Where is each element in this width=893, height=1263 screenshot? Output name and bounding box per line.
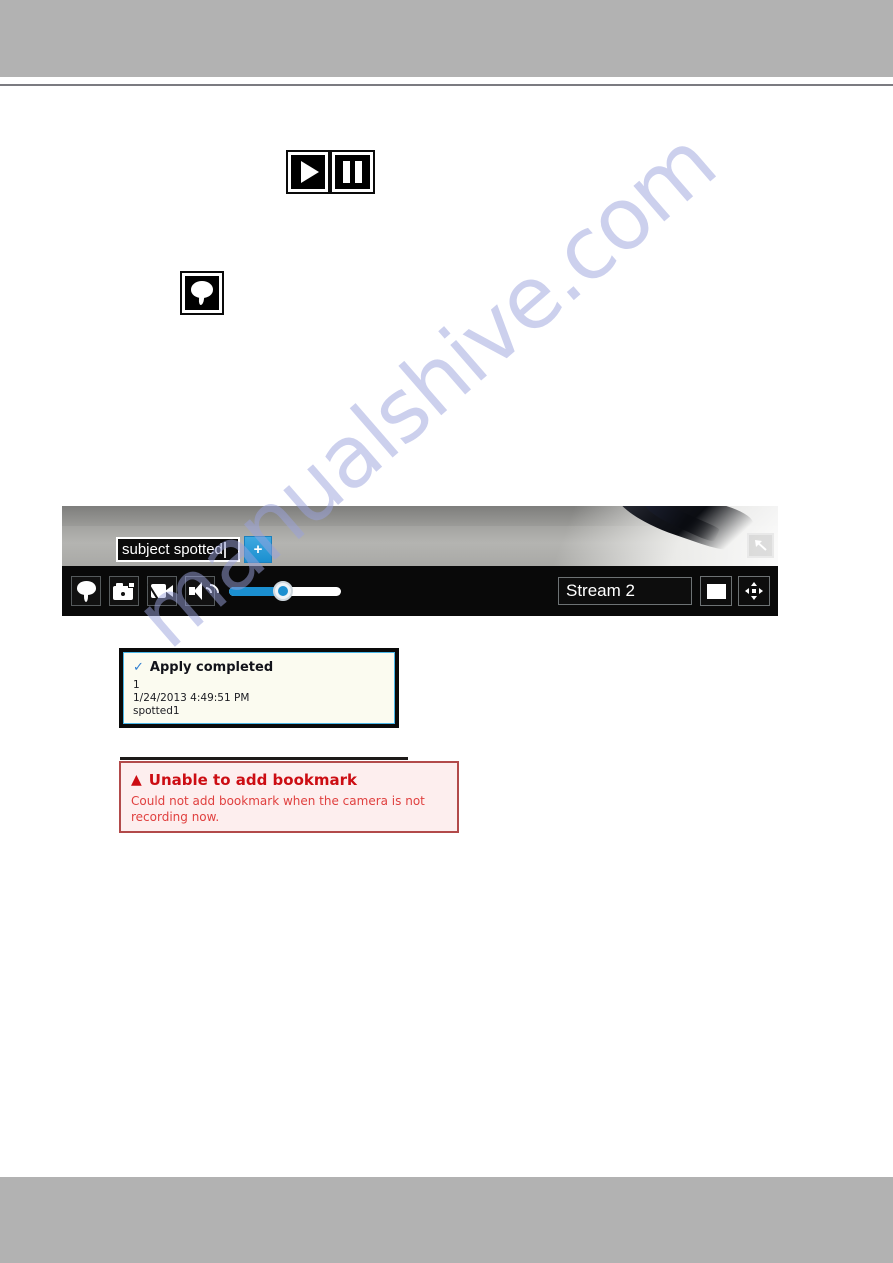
error-title: Unable to add bookmark	[148, 771, 358, 789]
video-camera-icon	[147, 583, 173, 600]
volume-slider[interactable]	[229, 580, 341, 602]
fullscreen-button[interactable]	[738, 576, 770, 606]
expand-arrows-icon	[745, 582, 763, 600]
error-title-row: ▲ Unable to add bookmark	[121, 763, 457, 789]
bookmark-name-input[interactable]: subject spotted	[116, 537, 240, 562]
notification-body: 1 1/24/2013 4:49:51 PM spotted1	[123, 675, 395, 718]
fit-to-window-button[interactable]	[700, 576, 732, 606]
toolbar-manual-record-button[interactable]	[147, 576, 177, 606]
page-footer-band	[0, 1177, 893, 1263]
notification-title: Apply completed	[149, 660, 274, 675]
pause-icon	[343, 161, 362, 183]
toolbar-volume-button[interactable]	[185, 576, 223, 606]
camera-snapshot-icon	[113, 582, 135, 600]
fit-window-icon	[706, 583, 726, 599]
arrow-up-left-icon	[755, 540, 767, 551]
warning-triangle-icon: ▲	[131, 772, 142, 788]
bookmark-entry-overlay: subject spotted +	[116, 536, 272, 563]
bookmark-balloon-icon	[76, 580, 96, 602]
stream-select[interactable]: Stream 2	[558, 577, 692, 605]
decorative-rule	[120, 757, 408, 760]
control-bar-right-group: Stream 2	[558, 576, 778, 606]
bookmark-error-notification: ▲ Unable to add bookmark Could not add b…	[119, 761, 459, 833]
pause-button[interactable]	[330, 150, 375, 194]
bookmark-balloon-icon	[190, 281, 214, 305]
plus-icon: +	[253, 541, 263, 558]
toolbar-snapshot-button[interactable]	[109, 576, 139, 606]
play-icon	[301, 161, 319, 183]
add-bookmark-button[interactable]: +	[244, 536, 272, 563]
page-header-band	[0, 0, 893, 77]
notification-line-3: spotted1	[133, 705, 180, 717]
bookmark-button[interactable]	[180, 271, 224, 315]
video-player-panel: subject spotted + Stream 2	[62, 506, 778, 616]
notification-line-2: 1/24/2013 4:49:51 PM	[133, 692, 250, 704]
speaker-volume-icon	[189, 580, 223, 606]
play-button[interactable]	[286, 150, 330, 194]
header-divider-rule	[0, 84, 893, 86]
volume-thumb[interactable]	[273, 581, 293, 601]
notification-title-row: ✓ Apply completed	[123, 652, 395, 675]
error-message: Could not add bookmark when the camera i…	[131, 794, 425, 824]
bookmark-name-value: subject spotted	[122, 541, 223, 558]
apply-completed-notification: ✓ Apply completed 1 1/24/2013 4:49:51 PM…	[119, 648, 399, 728]
player-control-bar: Stream 2	[62, 566, 778, 616]
text-caret	[223, 541, 226, 558]
restore-view-button[interactable]	[747, 533, 774, 558]
notification-line-1: 1	[133, 679, 140, 691]
toolbar-bookmark-button[interactable]	[71, 576, 101, 606]
stream-select-value: Stream 2	[566, 581, 635, 600]
check-icon: ✓	[133, 660, 144, 675]
